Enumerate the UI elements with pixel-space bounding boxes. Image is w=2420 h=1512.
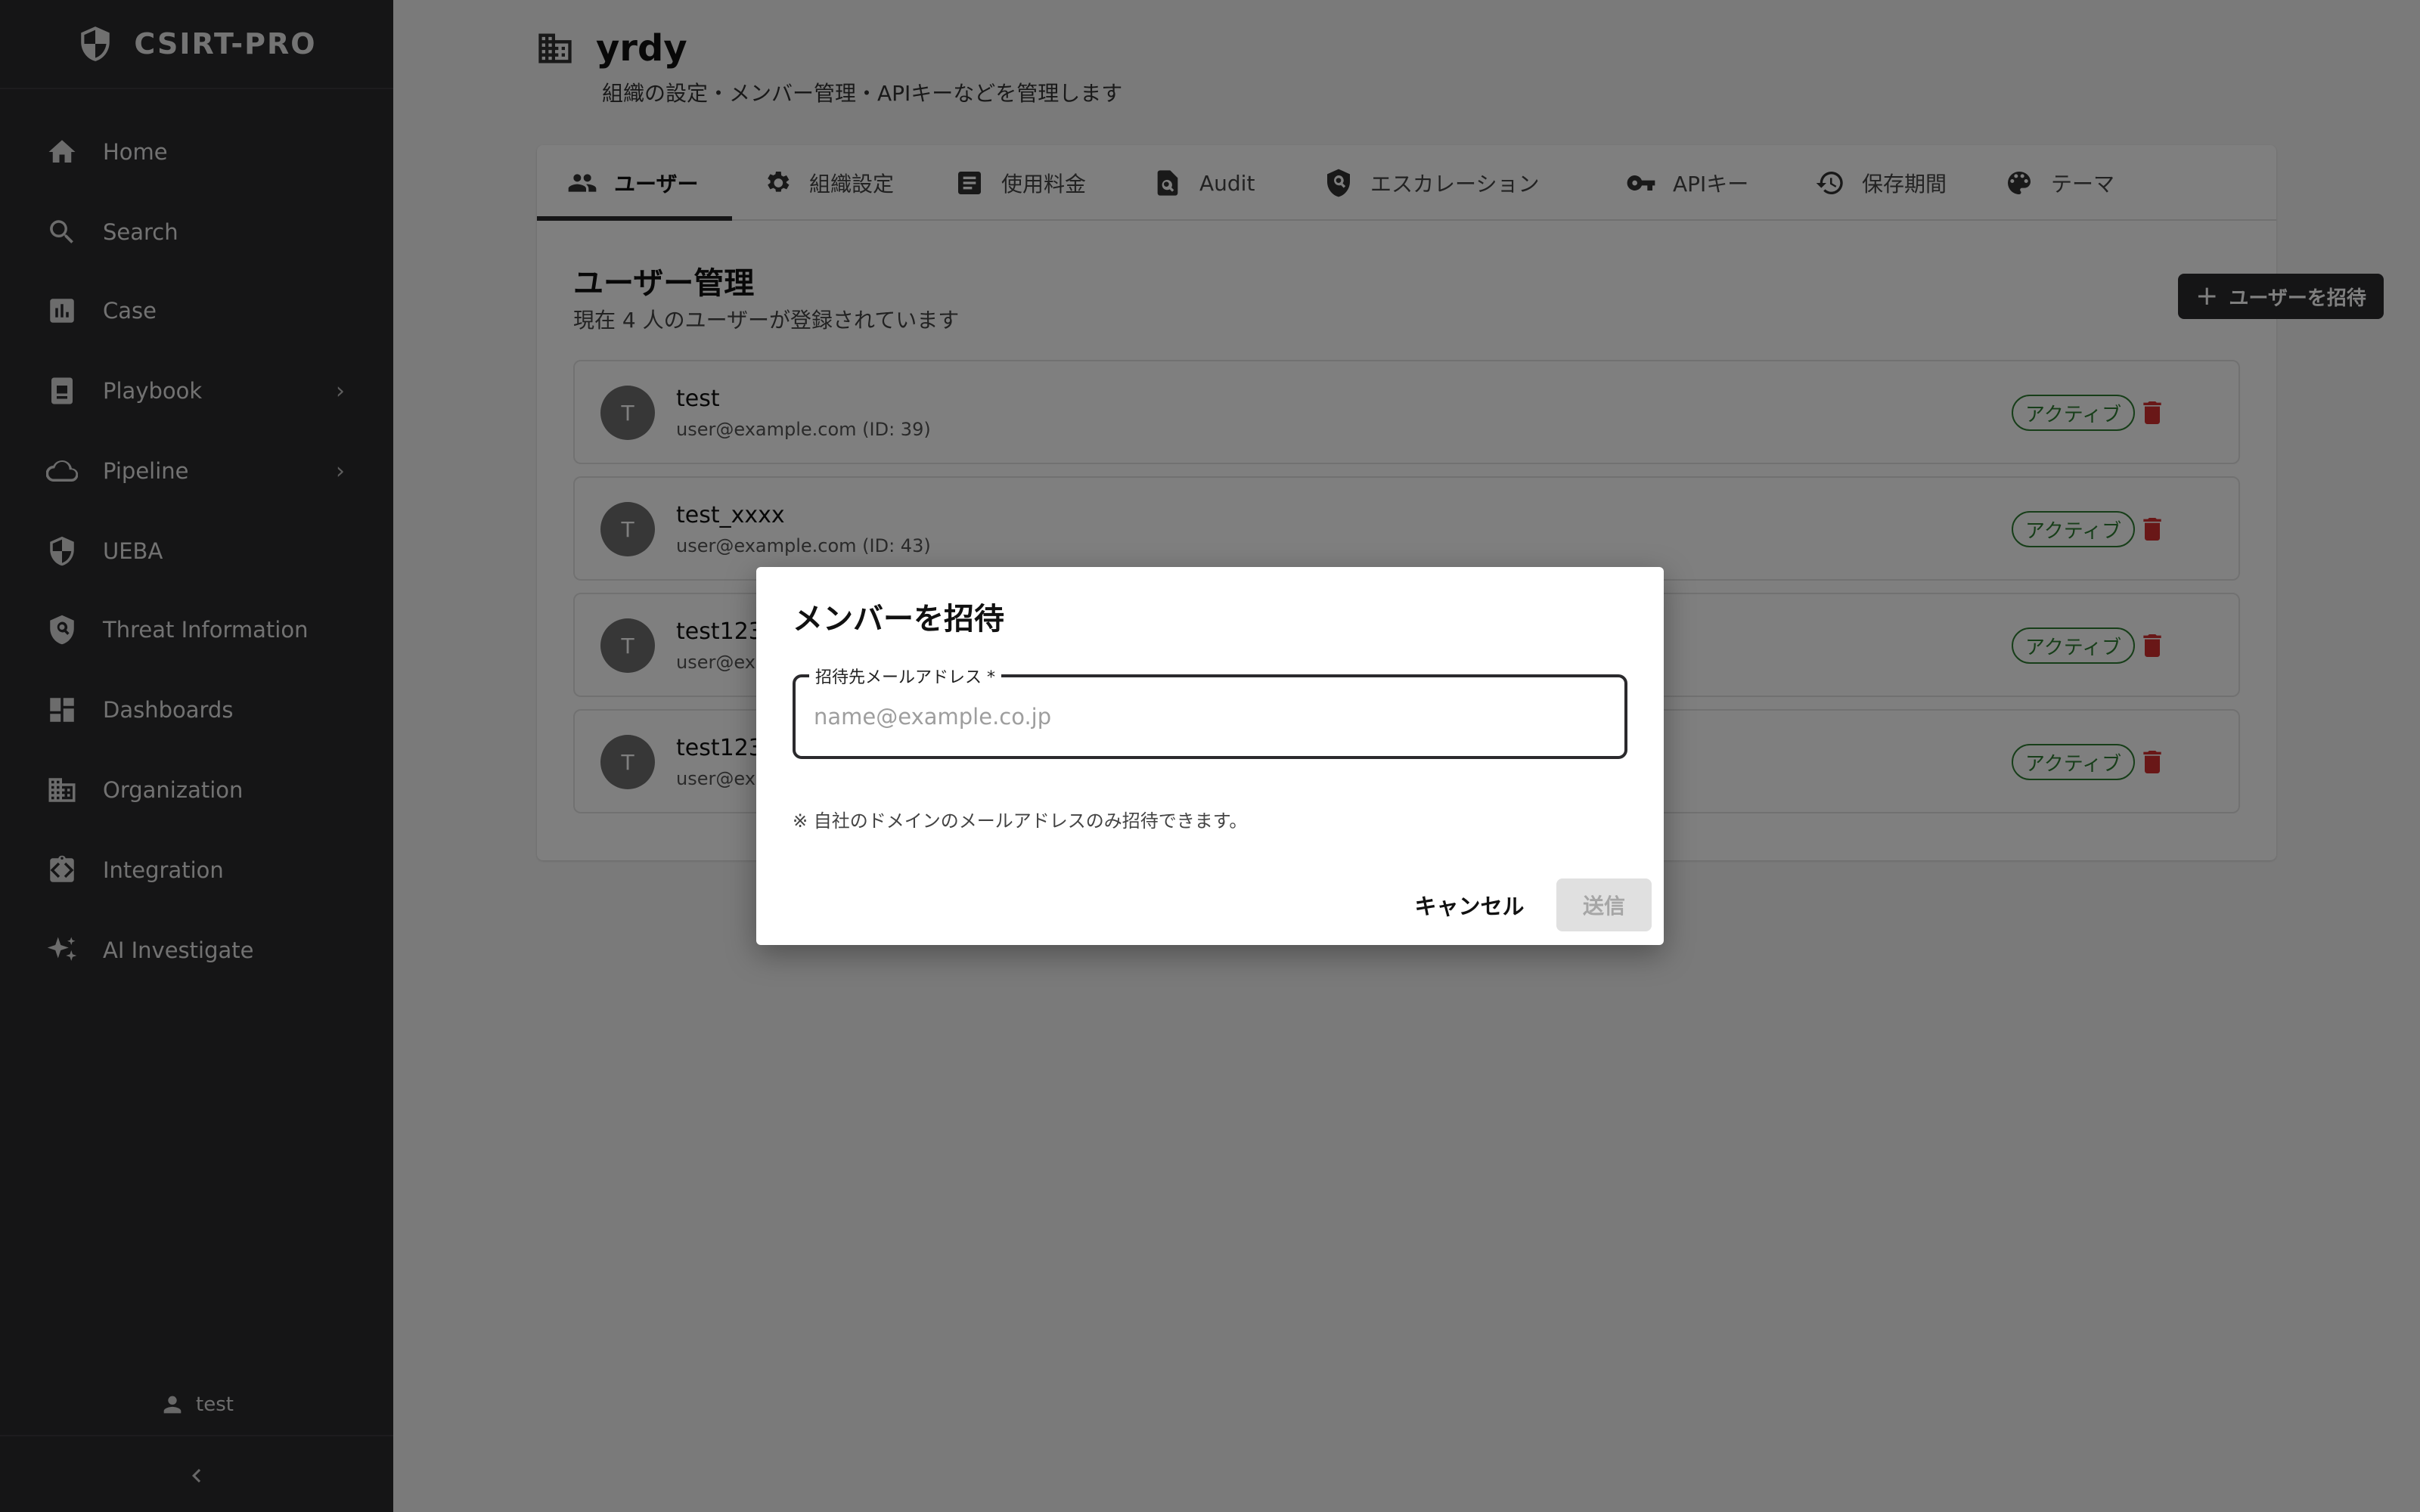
cancel-button[interactable]: キャンセル	[1405, 878, 1534, 931]
email-input[interactable]	[814, 677, 1600, 756]
send-button[interactable]: 送信	[1556, 878, 1652, 931]
email-field: 招待先メールアドレス *	[793, 664, 1627, 759]
dialog-note: ※ 自社のドメインのメールアドレスのみ招待できます。	[793, 810, 1248, 832]
invite-member-dialog: メンバーを招待 招待先メールアドレス * ※ 自社のドメインのメールアドレスのみ…	[756, 567, 1664, 945]
dialog-title: メンバーを招待	[793, 602, 1004, 637]
